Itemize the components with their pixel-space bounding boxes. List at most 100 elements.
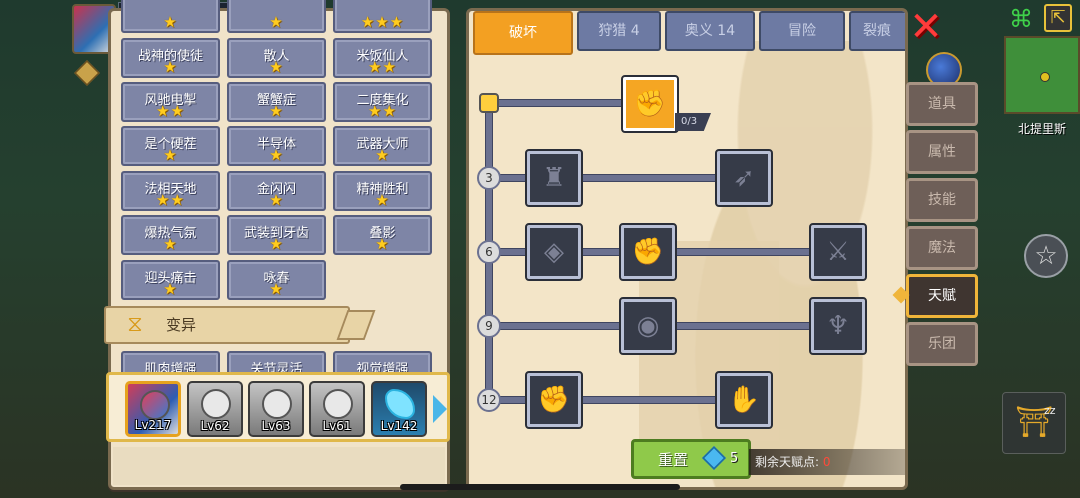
- reset-talents-button[interactable]: 重置 5: [631, 439, 751, 479]
- achievement-stars: ★★★: [360, 13, 405, 31]
- achievement-card[interactable]: 精神胜利 ★: [333, 171, 432, 211]
- skill-demon-wings[interactable]: ♆: [809, 297, 867, 355]
- skill-blade-splash[interactable]: ⚔: [809, 223, 867, 281]
- category-banner[interactable]: ⧖ 变异: [104, 306, 376, 344]
- achievement-card[interactable]: 叠影 ★: [333, 215, 432, 255]
- party-member-slot[interactable]: Lv63: [248, 381, 304, 437]
- achievement-stars: ★★: [156, 191, 185, 209]
- minimap[interactable]: [1004, 36, 1080, 114]
- side-tab-band[interactable]: 乐团: [906, 322, 978, 366]
- side-tab-talent[interactable]: 天赋: [906, 274, 978, 318]
- reset-cost: 5: [730, 451, 739, 466]
- side-tab-skills[interactable]: 技能: [906, 178, 978, 222]
- panel-footer: [113, 447, 445, 485]
- achievement-stars: ★: [269, 146, 284, 164]
- achievement-card[interactable]: 散人 ★: [227, 38, 326, 78]
- achievement-card[interactable]: 爆热气氛 ★: [121, 215, 220, 255]
- dna-icon: ⧖: [127, 312, 143, 337]
- achievement-card[interactable]: 法相天地 ★★: [121, 171, 220, 211]
- party-member-level: Lv63: [261, 419, 291, 433]
- achievement-card[interactable]: 风驰电掣 ★★: [121, 82, 220, 122]
- achievement-card[interactable]: 战神的使徒 ★: [121, 38, 220, 78]
- side-tab-attributes[interactable]: 属性: [906, 130, 978, 174]
- party-member-slot[interactable]: Lv62: [187, 381, 243, 437]
- remaining-points-value: 0: [822, 455, 831, 469]
- achievement-stars: ★: [375, 235, 390, 253]
- achievement-stars: ★: [269, 191, 284, 209]
- achievement-stars: ★★: [156, 102, 185, 120]
- achievement-card[interactable]: 蟹蟹症 ★: [227, 82, 326, 122]
- party-bar: Lv217 Lv62 Lv63 Lv61 Lv142: [106, 372, 450, 442]
- talent-panel: 破坏 狩猎 4 奥义 14 冒险 裂痕 3 6 9 12 ✊ 0/3 ♜ ➶ ◈…: [466, 8, 908, 490]
- party-next-arrow-icon[interactable]: [433, 395, 447, 423]
- shield-break-icon: ◈: [544, 237, 564, 267]
- demon-wings-icon: ♆: [826, 311, 850, 341]
- category-label: 变异: [166, 316, 197, 334]
- achievement-stars: ★: [269, 235, 284, 253]
- party-member-level: Lv61: [322, 419, 352, 433]
- hero-portrait: [323, 389, 353, 419]
- remaining-points: 剩余天赋点: 0: [749, 449, 905, 475]
- close-icon[interactable]: ✕: [908, 7, 944, 47]
- reset-label: 重置: [658, 451, 689, 469]
- tab-hunting[interactable]: 狩猎 4: [577, 11, 661, 51]
- tier-label: 3: [477, 166, 501, 190]
- remaining-points-label: 剩余天赋点:: [755, 455, 820, 469]
- fist-guard-icon: ✋: [727, 385, 761, 415]
- party-member-slot[interactable]: Lv142: [371, 381, 427, 437]
- iron-fist-icon: ✊: [537, 385, 571, 415]
- tree-branch: [493, 99, 623, 107]
- achievement-stars: ★: [269, 280, 284, 298]
- minimap-marker: [1040, 72, 1050, 82]
- skill-arrow-strike[interactable]: ➶: [715, 149, 773, 207]
- skill-arm-wrestle[interactable]: ✊: [621, 75, 679, 133]
- achievement-card[interactable]: 武装到牙齿 ★: [227, 215, 326, 255]
- achievement-card[interactable]: 二度集化 ★★: [333, 82, 432, 122]
- tab-rift[interactable]: 裂痕: [849, 11, 905, 51]
- achievement-card[interactable]: 半导体 ★: [227, 126, 326, 166]
- party-member-slot[interactable]: Lv61: [309, 381, 365, 437]
- achievement-stars: ★: [163, 13, 178, 31]
- side-tab-items[interactable]: 道具: [906, 82, 978, 126]
- achievement-card[interactable]: 金闪闪 ★: [227, 171, 326, 211]
- achievement-stars: ★★: [368, 102, 397, 120]
- skill-muscle-body[interactable]: ♜: [525, 149, 583, 207]
- diamond-icon: [701, 445, 727, 471]
- tier-label: 12: [477, 388, 501, 412]
- skill-power-fist[interactable]: ✊: [619, 223, 677, 281]
- achievement-card[interactable]: ★: [121, 0, 220, 33]
- skill-shield-break[interactable]: ◈: [525, 223, 583, 281]
- achievement-card[interactable]: ★: [227, 0, 326, 33]
- gate-icon[interactable]: ⛩: [1002, 392, 1066, 454]
- achievement-card[interactable]: 咏春 ★: [227, 260, 326, 300]
- achievement-stars: ★: [163, 58, 178, 76]
- party-member-level: Lv142: [380, 419, 418, 433]
- achievement-card[interactable]: 迎头痛击 ★: [121, 260, 220, 300]
- network-icon[interactable]: ⌘: [1006, 4, 1036, 34]
- skill-shockwave[interactable]: ◉: [619, 297, 677, 355]
- hud-badge-icon[interactable]: [74, 60, 100, 86]
- tab-adventure[interactable]: 冒险: [759, 11, 845, 51]
- talent-tabs: 破坏 狩猎 4 奥义 14 冒险 裂痕: [469, 11, 905, 57]
- home-indicator: [400, 484, 680, 490]
- party-member-level: Lv217: [134, 418, 172, 432]
- side-tab-magic[interactable]: 魔法: [906, 226, 978, 270]
- tier-label: 6: [477, 240, 501, 264]
- achievement-stars: ★: [269, 13, 284, 31]
- skill-fist-guard[interactable]: ✋: [715, 371, 773, 429]
- muscle-body-icon: ♜: [542, 163, 566, 193]
- skill-iron-fist[interactable]: ✊: [525, 371, 583, 429]
- sleep-icon: zz: [1044, 404, 1056, 417]
- achievement-stars: ★: [375, 146, 390, 164]
- tab-destruction[interactable]: 破坏: [473, 11, 573, 55]
- tab-mystic[interactable]: 奥义 14: [665, 11, 755, 51]
- achievement-card[interactable]: 武器大师 ★: [333, 126, 432, 166]
- exit-icon[interactable]: ⇱: [1044, 4, 1072, 32]
- party-member-slot[interactable]: Lv217: [125, 381, 181, 437]
- achievement-card[interactable]: 米饭仙人 ★★: [333, 38, 432, 78]
- fairy-portrait: [385, 389, 415, 419]
- achievement-stars: ★: [269, 58, 284, 76]
- achievement-card[interactable]: 是个硬茬 ★: [121, 126, 220, 166]
- achievement-card[interactable]: ★★★: [333, 0, 432, 33]
- star-icon[interactable]: ☆: [1024, 234, 1068, 278]
